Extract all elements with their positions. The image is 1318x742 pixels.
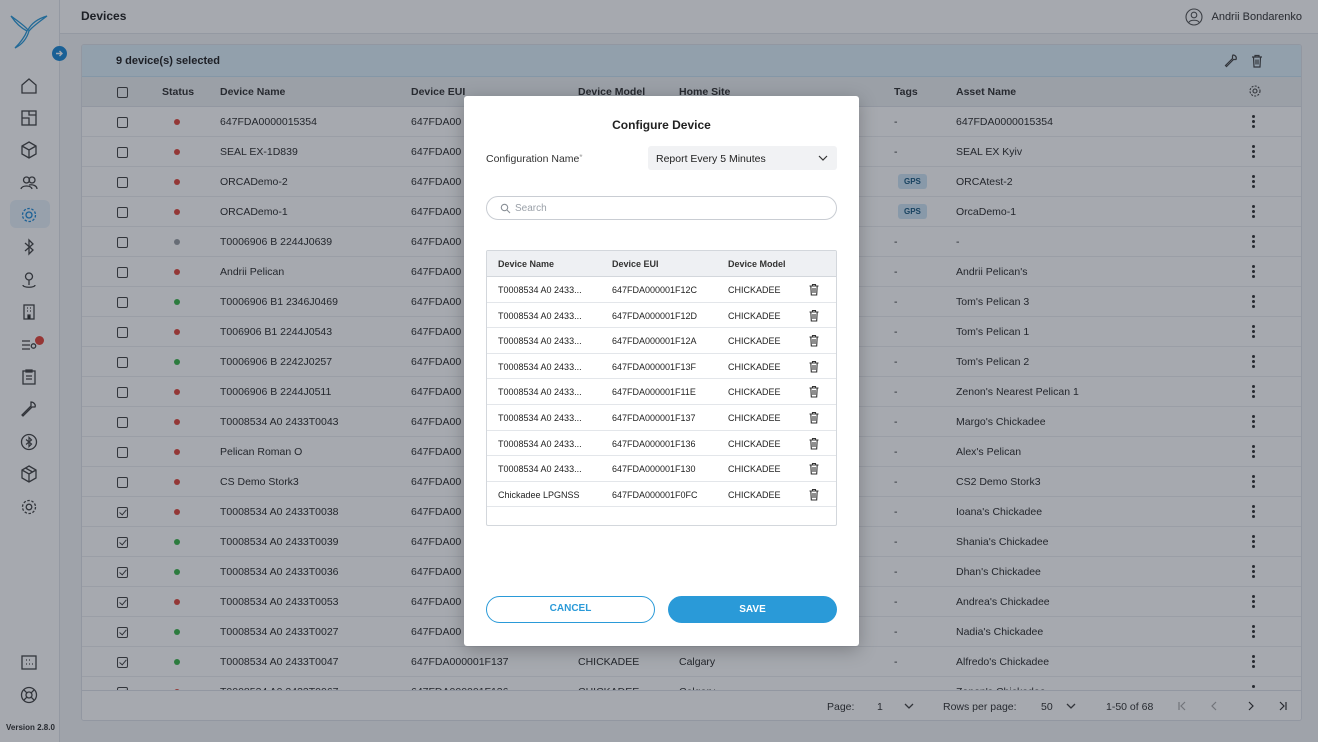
modal-cell-device-model: CHICKADEE	[728, 489, 781, 500]
remove-device-trash-icon[interactable]	[808, 360, 820, 373]
modal-cell-device-name: Chickadee LPGNSS	[498, 489, 580, 500]
modal-cell-device-name: T0008534 A0 2433...	[498, 387, 582, 398]
modal-cell-device-eui: 647FDA000001F137	[612, 412, 696, 423]
chevron-down-icon	[818, 155, 828, 161]
selected-device-row: Chickadee LPGNSS 647FDA000001F0FC CHICKADE…	[487, 482, 836, 508]
modal-cell-device-name: T0008534 A0 2433...	[498, 310, 582, 321]
modal-cell-device-eui: 647FDA000001F0FC	[612, 489, 698, 500]
selected-devices-table: Device Name Device EUI Device Model T000…	[486, 250, 837, 526]
selected-device-row: T0008534 A0 2433... 647FDA000001F11E CHICK…	[487, 379, 836, 405]
modal-cell-device-model: CHICKADEE	[728, 387, 781, 398]
selected-device-row: T0008534 A0 2433... 647FDA000001F137 CHICK…	[487, 405, 836, 431]
remove-device-trash-icon[interactable]	[808, 462, 820, 475]
modal-cell-device-name: T0008534 A0 2433...	[498, 336, 582, 347]
modal-cell-device-model: CHICKADEE	[728, 412, 781, 423]
selected-device-row: T0008534 A0 2433... 647FDA000001F136 CHICK…	[487, 431, 836, 457]
modal-cell-device-model: CHICKADEE	[728, 361, 781, 372]
remove-device-trash-icon[interactable]	[808, 488, 820, 501]
modal-cell-device-name: T0008534 A0 2433...	[498, 285, 582, 295]
modal-column-device-model: Device Model	[728, 259, 786, 269]
selected-device-row: T0008534 A0 2433... 647FDA000001F12A CHICK…	[487, 328, 836, 354]
remove-device-trash-icon[interactable]	[808, 309, 820, 322]
configuration-name-label: Configuration Name*	[486, 153, 583, 165]
modal-column-device-name: Device Name	[498, 259, 555, 269]
selected-devices-table-header: Device Name Device EUI Device Model	[487, 251, 836, 277]
modal-cell-device-name: T0008534 A0 2433...	[498, 412, 582, 423]
configuration-name-label-text: Configuration Name	[486, 153, 580, 165]
device-search[interactable]	[486, 196, 837, 220]
configure-device-dialog: Configure Device Configuration Name* Rep…	[464, 96, 859, 646]
modal-cell-device-eui: 647FDA000001F13F	[612, 361, 697, 372]
modal-cell-device-model: CHICKADEE	[728, 464, 781, 475]
modal-cell-device-model: CHICKADEE	[728, 438, 781, 449]
modal-cell-device-model: CHICKADEE	[728, 310, 781, 321]
modal-cell-device-eui: 647FDA000001F130	[612, 464, 696, 475]
remove-device-trash-icon[interactable]	[808, 411, 820, 424]
dialog-title: Configure Device	[612, 118, 711, 132]
modal-cell-device-name: T0008534 A0 2433...	[498, 464, 582, 475]
selected-device-row: T0008534 A0 2433... 647FDA000001F12D CHICK…	[487, 303, 836, 329]
configuration-name-select[interactable]: Report Every 5 Minutes	[648, 146, 837, 170]
remove-device-trash-icon[interactable]	[808, 283, 820, 296]
search-icon	[500, 203, 511, 214]
configuration-name-value: Report Every 5 Minutes	[656, 153, 766, 165]
remove-device-trash-icon[interactable]	[808, 385, 820, 398]
modal-cell-device-eui: 647FDA000001F12D	[612, 310, 698, 321]
modal-cell-device-eui: 647FDA000001F12C	[612, 285, 698, 295]
modal-cell-device-eui: 647FDA000001F136	[612, 438, 696, 449]
modal-cell-device-name: T0008534 A0 2433...	[498, 361, 582, 372]
required-marker: *	[579, 153, 583, 162]
remove-device-trash-icon[interactable]	[808, 437, 820, 450]
selected-device-row: T0008534 A0 2433... 647FDA000001F130 CHICK…	[487, 456, 836, 482]
search-input[interactable]	[515, 200, 815, 216]
cancel-button[interactable]: CANCEL	[486, 596, 655, 623]
modal-cell-device-eui: 647FDA000001F12A	[612, 336, 697, 347]
modal-cell-device-model: CHICKADEE	[728, 336, 781, 347]
selected-device-row: T0008534 A0 2433... 647FDA000001F13F CHICK…	[487, 354, 836, 380]
modal-cell-device-name: T0008534 A0 2433...	[498, 438, 582, 449]
remove-device-trash-icon[interactable]	[808, 334, 820, 347]
modal-column-device-eui: Device EUI	[612, 259, 659, 269]
modal-cell-device-model: CHICKADEE	[728, 285, 781, 295]
modal-cell-device-eui: 647FDA000001F11E	[612, 387, 696, 398]
selected-devices-table-body: T0008534 A0 2433... 647FDA000001F12C CHICK…	[487, 277, 836, 508]
save-button[interactable]: SAVE	[668, 596, 837, 623]
selected-device-row: T0008534 A0 2433... 647FDA000001F12C CHICK…	[487, 277, 836, 303]
